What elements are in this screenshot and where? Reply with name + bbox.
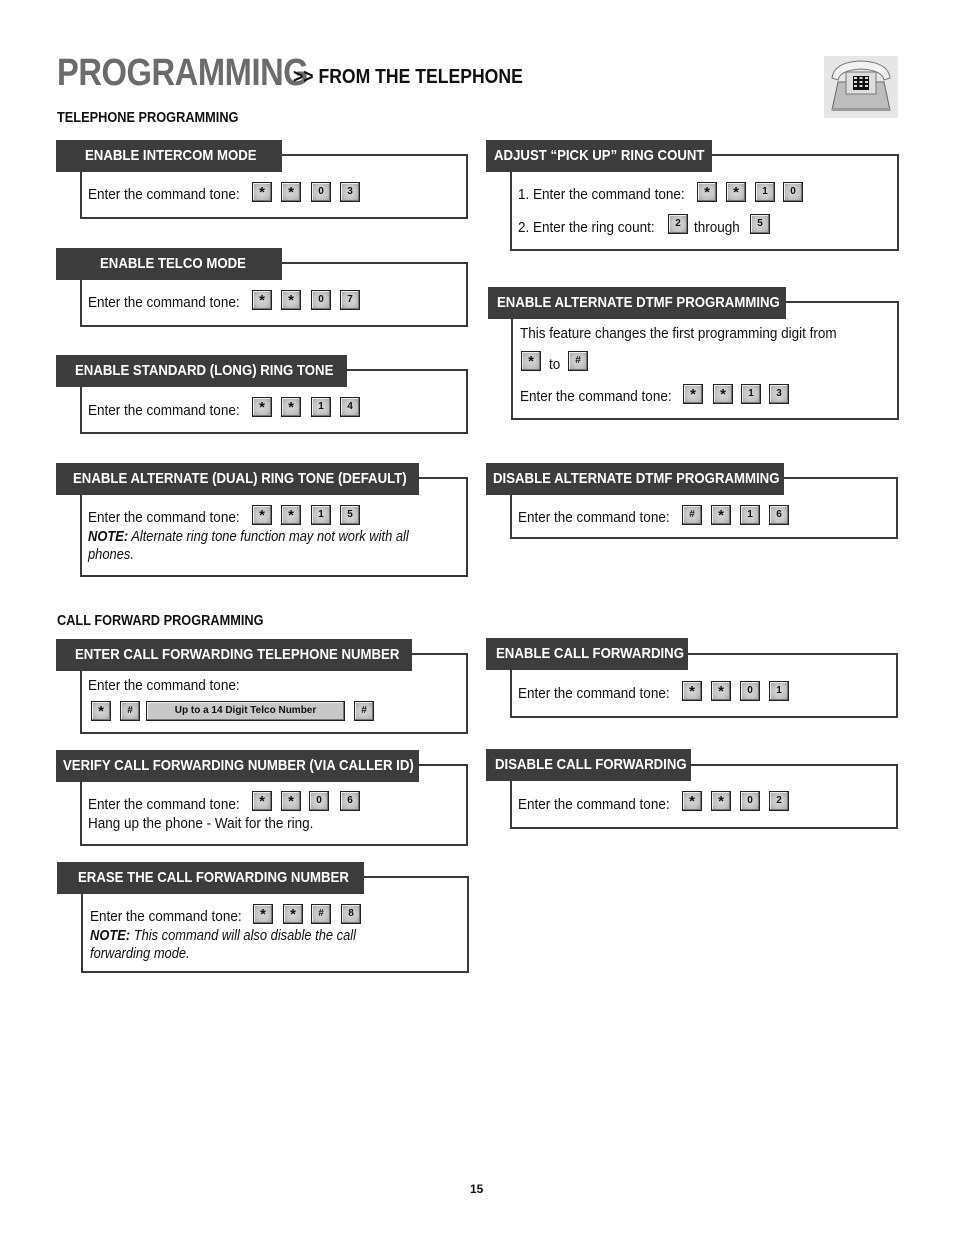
keypad-key: 0 bbox=[311, 290, 331, 310]
keypad-key: * bbox=[697, 182, 717, 202]
page-number: 15 bbox=[470, 1182, 484, 1196]
keypad-key: 4 bbox=[340, 397, 360, 417]
keypad-key: 0 bbox=[740, 681, 760, 701]
keypad-key: * bbox=[711, 791, 731, 811]
keypad-key: * bbox=[726, 182, 746, 202]
keypad-key: 2 bbox=[769, 791, 789, 811]
keypad-key: * bbox=[281, 290, 301, 310]
keypad-key: * bbox=[682, 791, 702, 811]
box-title: ENABLE TELCO MODE bbox=[56, 248, 282, 280]
section-heading-call-forward: CALL FORWARD PROGRAMMING bbox=[57, 613, 264, 629]
keypad-key: * bbox=[252, 397, 272, 417]
keypad-key: 1 bbox=[755, 182, 775, 202]
keypad-key: * bbox=[252, 182, 272, 202]
command-prompt: Enter the command tone: bbox=[88, 294, 240, 311]
telco-number-field: Up to a 14 Digit Telco Number bbox=[146, 701, 345, 721]
keypad-key: * bbox=[281, 397, 301, 417]
note-text: NOTE: This command will also disable the… bbox=[90, 927, 356, 962]
box-title: ENTER CALL FORWARDING TELEPHONE NUMBER bbox=[56, 639, 412, 671]
box-title: ERASE THE CALL FORWARDING NUMBER bbox=[57, 862, 364, 894]
command-prompt: Enter the command tone: bbox=[88, 677, 240, 694]
keypad-key: * bbox=[711, 681, 731, 701]
command-prompt: Enter the command tone: bbox=[88, 186, 240, 203]
description-text: This feature changes the first programmi… bbox=[520, 325, 837, 342]
command-prompt: Enter the command tone: bbox=[520, 388, 672, 405]
box-title: ENABLE ALTERNATE DTMF PROGRAMMING bbox=[488, 287, 786, 319]
step-2-text: 2. Enter the ring count: bbox=[518, 219, 655, 236]
command-prompt: Enter the command tone: bbox=[90, 908, 242, 925]
keypad-key: 7 bbox=[340, 290, 360, 310]
page-header: PROGRAMMING >> FROM THE TELEPHONE bbox=[57, 52, 523, 95]
keypad-key: # bbox=[682, 505, 702, 525]
keypad-key: * bbox=[521, 351, 541, 371]
keypad-key: * bbox=[252, 290, 272, 310]
command-prompt: Enter the command tone: bbox=[518, 796, 670, 813]
keypad-key: 0 bbox=[783, 182, 803, 202]
keypad-key: * bbox=[711, 505, 731, 525]
keypad-key: * bbox=[252, 505, 272, 525]
keypad-key: 5 bbox=[750, 214, 770, 234]
section-heading-telephone: TELEPHONE PROGRAMMING bbox=[57, 110, 239, 126]
command-prompt: Enter the command tone: bbox=[88, 509, 240, 526]
keypad-key: 1 bbox=[741, 384, 761, 404]
page-title: PROGRAMMING bbox=[57, 52, 309, 94]
box-title: ADJUST “PICK UP” RING COUNT bbox=[486, 140, 712, 172]
to-text: to bbox=[549, 356, 561, 373]
command-prompt: Enter the command tone: bbox=[88, 402, 240, 419]
keypad-key: * bbox=[281, 182, 301, 202]
box-title: DISABLE ALTERNATE DTMF PROGRAMMING bbox=[486, 463, 784, 495]
keypad-key: * bbox=[281, 505, 301, 525]
keypad-key: 8 bbox=[341, 904, 361, 924]
keypad-key: # bbox=[120, 701, 140, 721]
box-title: ENABLE STANDARD (LONG) RING TONE bbox=[56, 355, 347, 387]
command-prompt: Enter the command tone: bbox=[518, 685, 670, 702]
keypad-key: * bbox=[713, 384, 733, 404]
keypad-key: 0 bbox=[740, 791, 760, 811]
keypad-key: * bbox=[91, 701, 111, 721]
keypad-key: 6 bbox=[769, 505, 789, 525]
keypad-key: 1 bbox=[740, 505, 760, 525]
keypad-key: * bbox=[252, 791, 272, 811]
keypad-key: 1 bbox=[769, 681, 789, 701]
keypad-key: 1 bbox=[311, 505, 331, 525]
telephone-icon bbox=[824, 56, 898, 118]
keypad-key: * bbox=[283, 904, 303, 924]
keypad-key: 1 bbox=[311, 397, 331, 417]
keypad-key: * bbox=[682, 681, 702, 701]
instruction-text: Hang up the phone - Wait for the ring. bbox=[88, 815, 314, 832]
keypad-key: 0 bbox=[309, 791, 329, 811]
keypad-key: # bbox=[311, 904, 331, 924]
step-1-text: 1. Enter the command tone: bbox=[518, 186, 685, 203]
keypad-key: * bbox=[253, 904, 273, 924]
keypad-key: 6 bbox=[340, 791, 360, 811]
through-text: through bbox=[694, 219, 740, 236]
keypad-key: # bbox=[354, 701, 374, 721]
keypad-key: 2 bbox=[668, 214, 688, 234]
keypad-key: 3 bbox=[769, 384, 789, 404]
keypad-key: * bbox=[281, 791, 301, 811]
box-title: ENABLE CALL FORWARDING bbox=[486, 638, 688, 670]
command-prompt: Enter the command tone: bbox=[518, 509, 670, 526]
box-title: DISABLE CALL FORWARDING bbox=[486, 749, 691, 781]
keypad-key: 3 bbox=[340, 182, 360, 202]
note-text: NOTE: Alternate ring tone function may n… bbox=[88, 528, 409, 563]
command-prompt: Enter the command tone: bbox=[88, 796, 240, 813]
keypad-key: 0 bbox=[311, 182, 331, 202]
keypad-key: # bbox=[568, 351, 588, 371]
box-title: VERIFY CALL FORWARDING NUMBER (VIA CALLE… bbox=[56, 750, 419, 782]
box-title: ENABLE ALTERNATE (DUAL) RING TONE (DEFAU… bbox=[56, 463, 419, 495]
box-title: ENABLE INTERCOM MODE bbox=[56, 140, 282, 172]
page-subtitle: >> FROM THE TELEPHONE bbox=[293, 66, 523, 88]
keypad-key: * bbox=[683, 384, 703, 404]
keypad-key: 5 bbox=[340, 505, 360, 525]
